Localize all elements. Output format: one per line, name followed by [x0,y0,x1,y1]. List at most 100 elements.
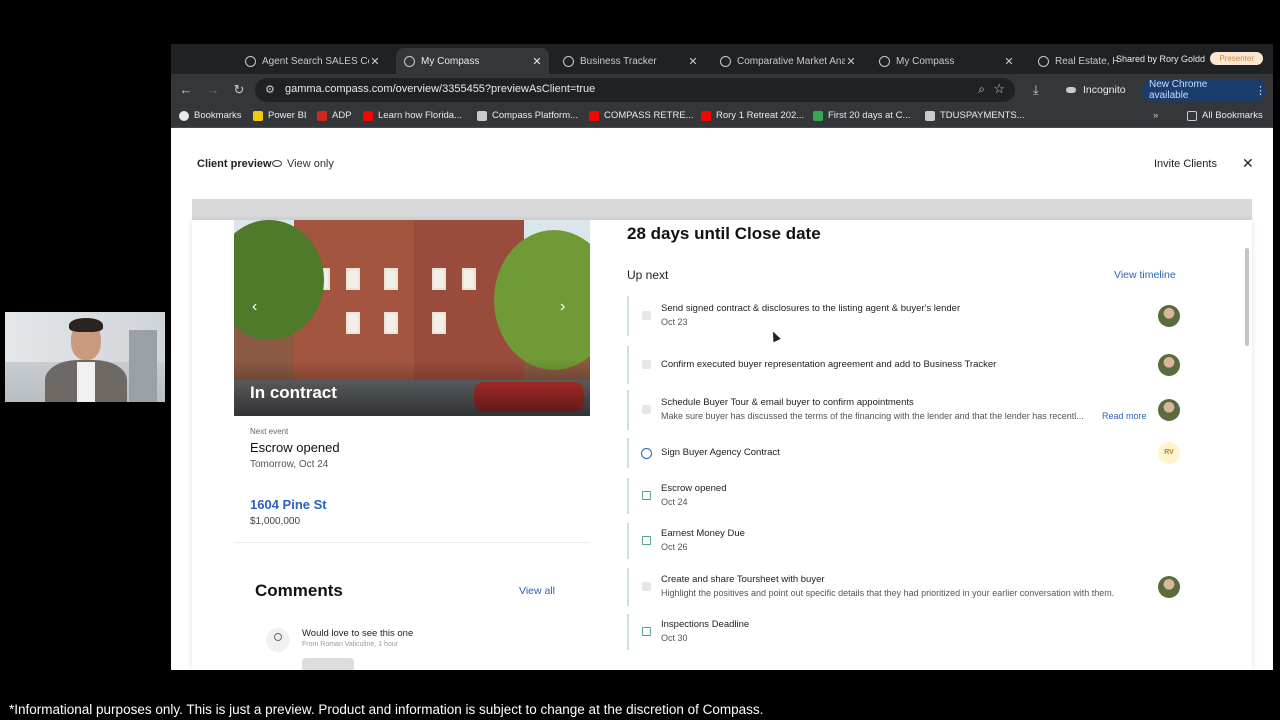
bookmark-label: ADP [332,110,352,121]
all-bookmarks[interactable]: All Bookmarks [1187,110,1263,121]
bookmark-item[interactable]: Rory 1 Retreat 202... [701,110,804,121]
tab-business-tracker[interactable]: Business Tracker ✕ [555,48,705,74]
presenter-shirt [77,362,95,402]
eye-icon [272,160,282,167]
task-subtitle: Highlight the positives and point out sp… [661,588,1115,598]
tab-close-icon[interactable]: ✕ [845,55,857,68]
photo-window [346,312,360,334]
bookmark-favicon-icon [813,110,823,121]
assignee-avatar [1158,576,1180,598]
task-item[interactable]: Earnest Money Due Oct 26 [627,523,1187,559]
task-item[interactable]: Send signed contract & disclosures to th… [627,296,1187,336]
back-icon[interactable]: ← [178,82,194,97]
property-photo[interactable]: ‹ › In contract [234,220,590,416]
task-checkbox[interactable] [642,405,651,414]
photo-window [432,268,446,290]
bookmark-label: TDUSPAYMENTS... [940,110,1025,121]
tab-close-icon[interactable]: ✕ [687,55,699,68]
new-chrome-label: New Chrome available [1149,79,1208,101]
bookmark-item[interactable]: ADP [317,110,352,121]
preview-banner [192,199,1252,221]
task-item[interactable]: Escrow opened Oct 24 [627,478,1187,514]
assignee-avatar [1158,305,1180,327]
new-chrome-button[interactable]: New Chrome available ⋮ [1142,79,1266,101]
tab-title: Agent Search SALES Co [262,55,369,67]
scrollbar[interactable] [1245,248,1249,346]
bookmark-favicon-icon [925,110,935,121]
bookmark-favicon-icon [589,110,599,121]
bookmark-label: Compass Platform... [492,110,579,121]
task-status-circle-icon[interactable] [641,448,652,459]
person-icon [274,633,282,641]
task-subtitle: Oct 30 [661,633,688,643]
address-bar[interactable]: ⚙ gamma.compass.com/overview/3355455?pre… [255,78,1015,102]
task-item[interactable]: Inspections Deadline Oct 30 [627,614,1187,650]
tab-comparative-market[interactable]: Comparative Market Ana ✕ [712,48,863,74]
chevron-left-icon[interactable]: ‹ [252,298,257,316]
invite-clients-button[interactable]: Invite Clients [1154,158,1217,170]
task-item[interactable]: Confirm executed buyer representation ag… [627,346,1187,384]
bookmark-item[interactable]: Compass Platform... [477,110,578,121]
deal-status: In contract [250,383,337,402]
chevron-right-icon[interactable]: › [560,298,565,316]
shared-by-label: Shared by Rory Goldd [1115,54,1205,64]
bookmarks-overflow-icon[interactable]: » [1153,110,1158,121]
task-checkbox[interactable] [642,360,651,369]
disclaimer-footnote: *Informational purposes only. This is ju… [9,702,764,717]
up-next-heading: Up next [627,268,669,282]
compass-favicon-icon [1038,55,1049,67]
close-icon[interactable]: ✕ [1242,155,1254,172]
deal-overview: ‹ › In contract Next event Escrow opened… [192,220,1252,670]
task-item[interactable]: Sign Buyer Agency Contract RV [627,438,1187,468]
search-icon[interactable]: ⌕ [978,82,985,97]
tab-my-compass-active[interactable]: My Compass ✕ [396,48,549,74]
property-price: $1,000,000 [250,516,301,527]
property-address-link[interactable]: 1604 Pine St [250,497,327,512]
bookmark-label: First 20 days at C... [828,110,911,121]
tab-close-icon[interactable]: ✕ [531,55,543,68]
comment-meta: From Roman Valiculine, 1 hour [302,641,398,648]
task-title: Send signed contract & disclosures to th… [661,303,961,314]
bookmark-favicon-icon [317,110,327,121]
webcam-door [129,330,157,402]
bookmark-item[interactable]: TDUSPAYMENTS... [925,110,1025,121]
bookmark-label: Learn how Florida... [378,110,462,121]
bookmark-star-icon[interactable]: ☆ [993,81,1005,97]
task-item[interactable]: Schedule Buyer Tour & email buyer to con… [627,390,1187,430]
incognito-label: Incognito [1083,84,1126,96]
site-settings-icon[interactable]: ⚙ [265,83,275,96]
tab-title: Comparative Market Ana [737,55,845,67]
more-menu-icon[interactable]: ⋮ [1255,84,1266,97]
tab-agent-search[interactable]: Agent Search SALES Co ✕ [237,48,387,74]
tab-close-icon[interactable]: ✕ [1003,55,1015,68]
comment-attachment[interactable] [302,658,354,670]
tab-my-compass[interactable]: My Compass ✕ [871,48,1021,74]
view-all-comments-link[interactable]: View all [519,585,555,597]
incognito-indicator[interactable]: Incognito [1066,80,1126,100]
read-more-link[interactable]: Read more [1102,411,1147,421]
compass-favicon-icon [404,55,415,67]
bookmark-item[interactable]: First 20 days at C... [813,110,910,121]
task-checkbox[interactable] [642,582,651,591]
bookmark-item[interactable]: Learn how Florida... [363,110,462,121]
tab-real-estate[interactable]: Real Estate, H [1030,48,1118,74]
download-icon[interactable]: ⤓ [1033,82,1039,98]
task-subtitle: Oct 26 [661,542,688,552]
bookmark-favicon-icon [701,110,711,121]
assignee-avatar [1158,354,1180,376]
bookmark-item[interactable]: COMPASS RETRE... [589,110,694,121]
tab-close-icon[interactable]: ✕ [369,55,381,68]
forward-icon[interactable]: → [205,82,221,97]
bookmark-favicon-icon [477,110,487,121]
view-timeline-link[interactable]: View timeline [1114,269,1176,281]
all-bookmarks-label: All Bookmarks [1202,110,1263,121]
bookmark-item[interactable]: Power BI [253,110,307,121]
bookmark-item[interactable]: Bookmarks [179,110,242,121]
task-item[interactable]: Create and share Toursheet with buyer Hig… [627,568,1187,606]
url-text[interactable]: gamma.compass.com/overview/3355455?previ… [285,83,595,95]
task-checkbox[interactable] [642,311,651,320]
bookmark-label: Power BI [268,110,307,121]
reload-icon[interactable]: ↻ [231,82,247,98]
tab-strip: Agent Search SALES Co ✕ My Compass ✕ Bus… [171,44,1273,74]
bookmarks-bar: Bookmarks Power BI ADP Learn how Florida...… [171,106,1273,128]
